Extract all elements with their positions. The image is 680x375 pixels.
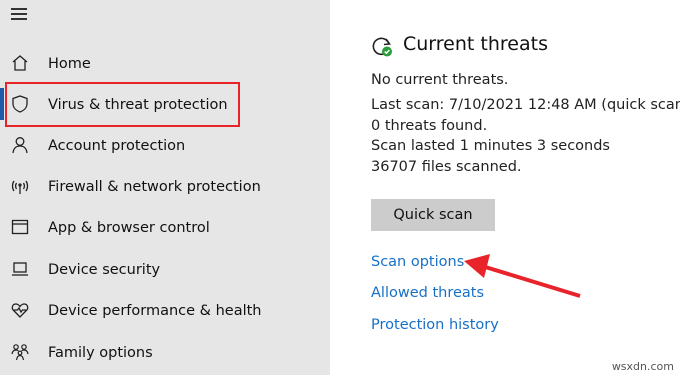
wifi-icon	[9, 175, 31, 197]
sidebar-item-firewall[interactable]: Firewall & network protection	[0, 167, 330, 207]
sidebar-item-label: Device performance & health	[48, 303, 262, 319]
sidebar-item-label: Home	[48, 56, 91, 72]
main-content: Current threats No current threats. Last…	[330, 0, 680, 375]
sidebar-item-app-browser-control[interactable]: App & browser control	[0, 208, 330, 248]
heart-icon	[9, 299, 31, 321]
window-icon	[9, 216, 31, 238]
laptop-icon	[9, 258, 31, 280]
sidebar-item-label: Firewall & network protection	[48, 179, 261, 195]
sidebar-item-home[interactable]: Home	[0, 44, 330, 84]
sidebar-item-account-protection[interactable]: Account protection	[0, 126, 330, 166]
hamburger-menu-icon[interactable]	[11, 8, 27, 20]
home-icon	[9, 52, 31, 74]
sidebar-item-family-options[interactable]: Family options	[0, 333, 330, 373]
family-icon	[9, 341, 31, 363]
sidebar-item-device-security[interactable]: Device security	[0, 250, 330, 290]
annotation-arrow-icon	[464, 254, 581, 298]
person-icon	[9, 134, 31, 156]
sidebar-item-label: Account protection	[48, 138, 186, 154]
sidebar-item-label: Family options	[48, 345, 153, 361]
sidebar-item-label: Device security	[48, 262, 161, 278]
highlight-box	[5, 82, 240, 127]
sidebar: Home Virus & threat protection Account p…	[0, 0, 330, 375]
sidebar-item-label: App & browser control	[48, 220, 210, 236]
watermark: wsxdn.com	[611, 360, 674, 373]
sidebar-item-device-performance[interactable]: Device performance & health	[0, 291, 330, 331]
